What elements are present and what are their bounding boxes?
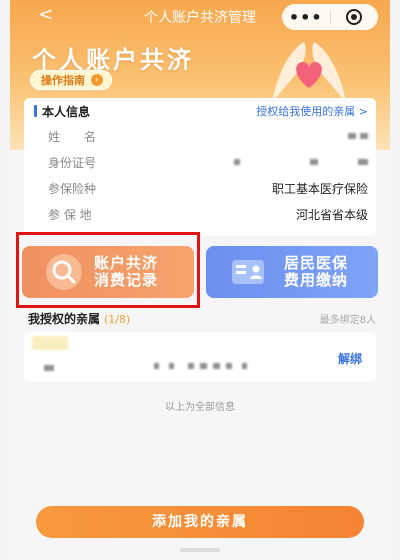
info-row-insurance-type: 参保险种 职工基本医疗保险 (48, 178, 368, 200)
guide-button-label: 操作指南 (41, 74, 85, 87)
info-value-redacted (234, 154, 368, 168)
payment-tile-label: 居民医保 费用缴纳 (284, 255, 348, 289)
highlight-box (16, 232, 200, 308)
personal-info-card: 本人信息 授权给我使用的亲属 > 姓 名 身份证号 参保险种 职工基本医疗保险 … (24, 98, 376, 236)
tile-label-line: 费用缴纳 (284, 271, 349, 289)
info-row-name: 姓 名 (48, 126, 368, 148)
info-key: 姓 名 (48, 130, 97, 144)
authorized-relatives-link[interactable]: 授权给我使用的亲属 > (256, 103, 368, 119)
list-end-note: 以上为全部信息 (165, 402, 235, 413)
relatives-section-title: 我授权的亲属 (1/8) (28, 310, 130, 327)
add-relative-button[interactable]: 添加我的亲属 (36, 506, 364, 538)
nav-bar: < 个人账户共济管理 ••• (10, 0, 390, 32)
guide-button[interactable]: 操作指南 › (30, 70, 112, 90)
info-row-id: 身份证号 (48, 152, 368, 174)
more-icon[interactable]: ••• (282, 8, 330, 27)
relative-id-redacted (154, 354, 247, 373)
id-card-icon (232, 260, 264, 284)
info-key: 参保险种 (48, 182, 97, 196)
relatives-count: (1/8) (104, 313, 131, 326)
relative-list-item: 解绑 (24, 332, 376, 382)
info-card-title: 本人信息 (42, 105, 91, 119)
info-card-header: 本人信息 授权给我使用的亲属 > (24, 98, 376, 124)
close-target-icon[interactable] (330, 8, 378, 26)
resident-insurance-payment-tile[interactable]: 居民医保 费用缴纳 (206, 246, 378, 298)
unbind-button[interactable]: 解绑 (338, 350, 362, 367)
app-screen: < 个人账户共济管理 ••• 个人账户共济 操作指南 › 本人信息 授权给我使用… (10, 0, 390, 560)
info-key: 身份证号 (48, 156, 97, 170)
relative-tag-redacted (32, 336, 68, 350)
relative-name-redacted (44, 356, 54, 375)
relatives-limit-note: 最多绑定8人 (319, 315, 376, 326)
info-value: 职工基本医疗保险 (271, 182, 368, 196)
relatives-title-text: 我授权的亲属 (28, 312, 101, 326)
chevron-right-icon: › (91, 74, 103, 86)
mini-program-capsule: ••• (282, 4, 378, 30)
tile-label-line: 居民医保 (284, 254, 349, 272)
home-indicator (180, 548, 220, 552)
info-row-location: 参 保 地 河北省省本级 (48, 204, 368, 226)
section-marker (34, 105, 37, 117)
hands-heart-illustration (272, 42, 346, 102)
info-value-redacted (348, 128, 368, 142)
info-key: 参 保 地 (48, 208, 92, 222)
info-value: 河北省省本级 (295, 208, 368, 222)
